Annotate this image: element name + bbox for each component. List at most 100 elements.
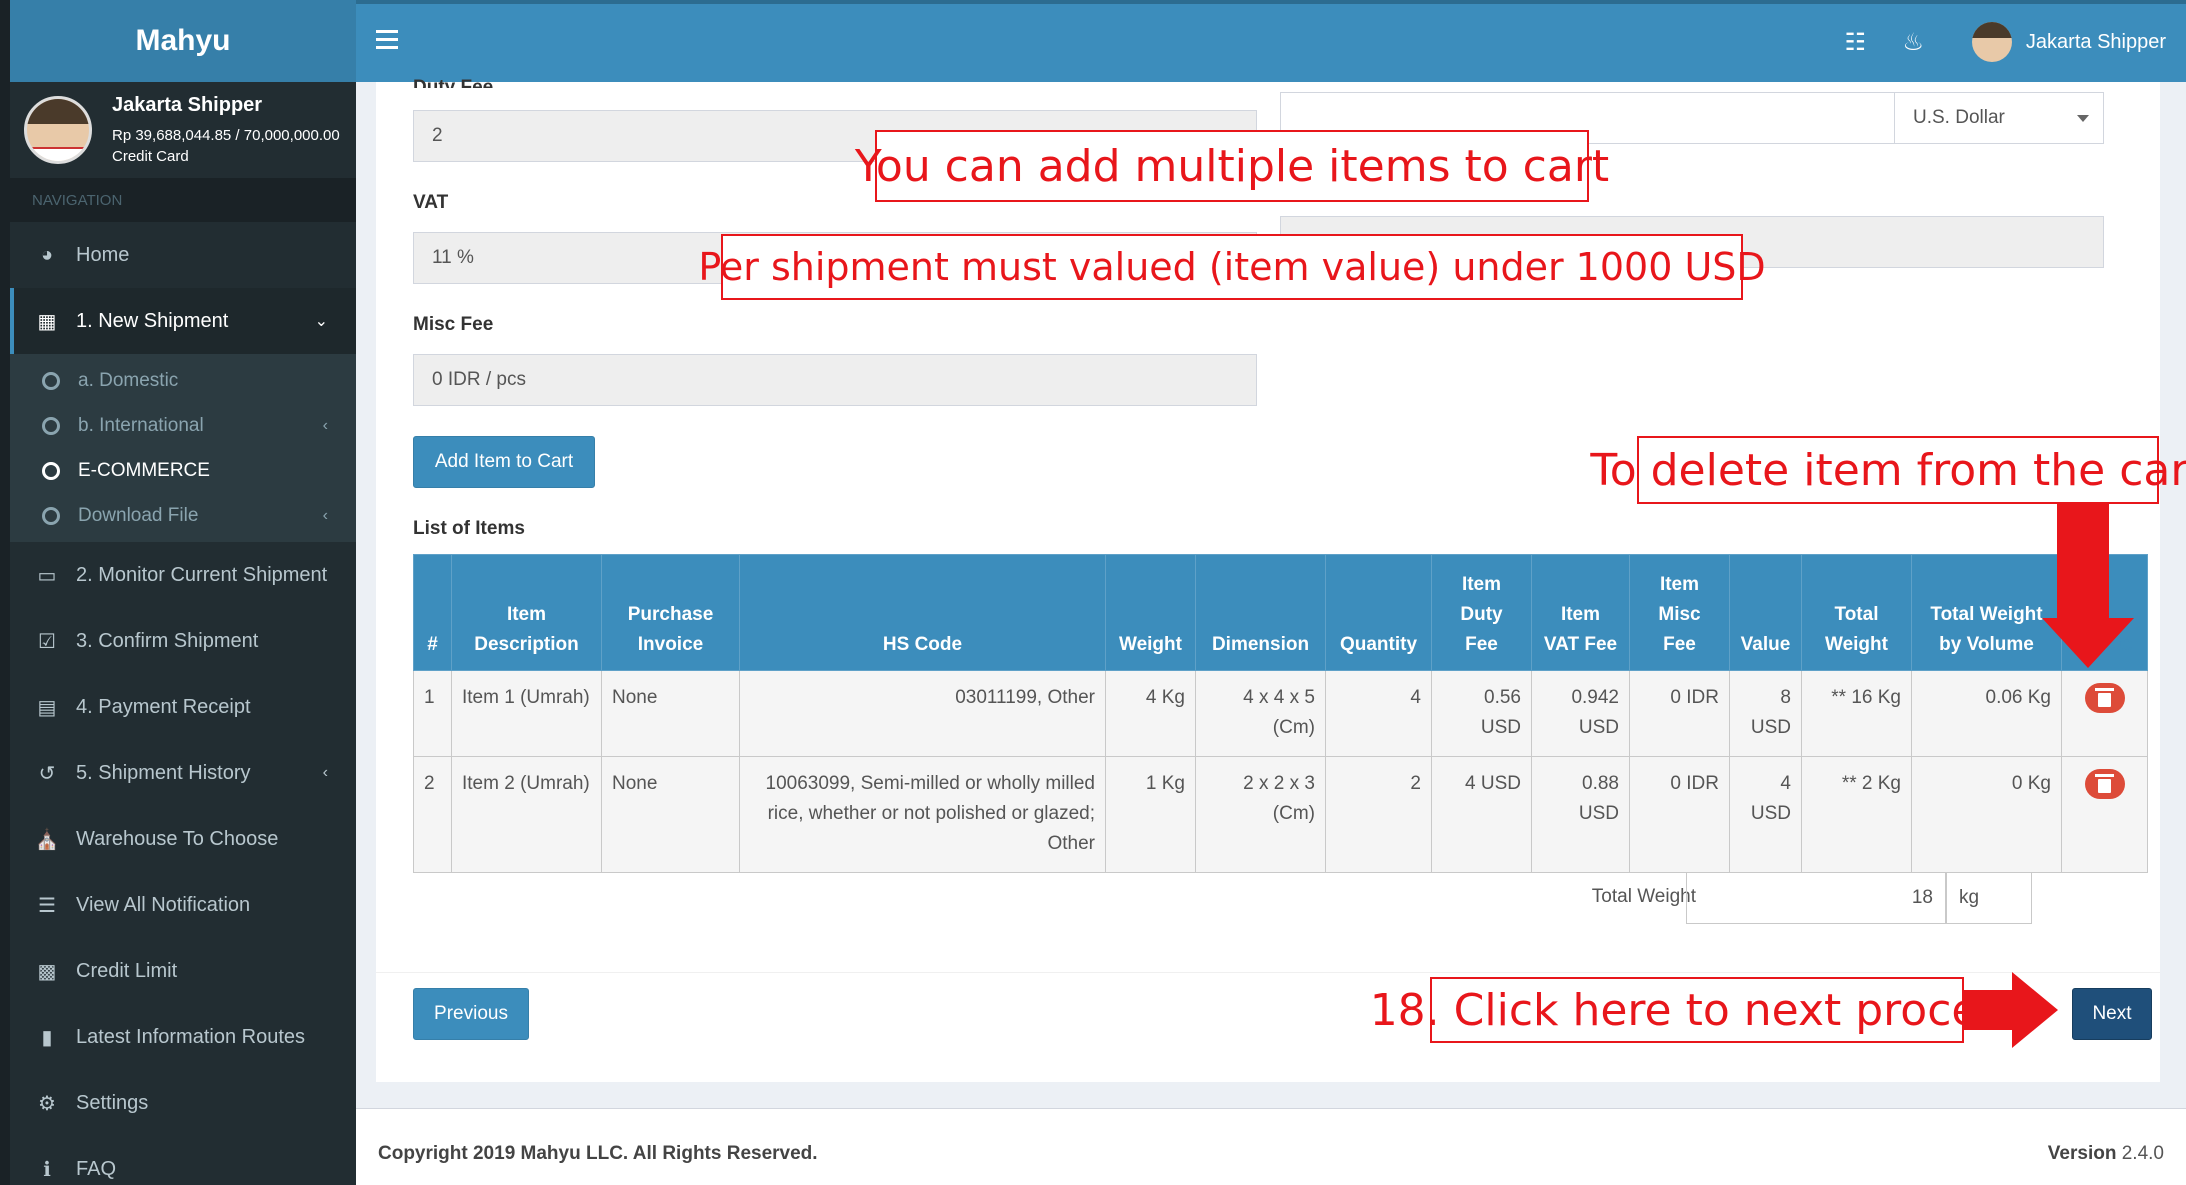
sidebar-item-label: a. Domestic xyxy=(78,369,179,391)
cell-misc-fee: 0 IDR xyxy=(1629,670,1730,757)
sidebar-item-ecommerce[interactable]: E-COMMERCE xyxy=(10,448,356,493)
sidebar-item-label: Latest Information Routes xyxy=(76,1025,306,1048)
chevron-left-icon: ‹ xyxy=(322,764,328,781)
info-icon: ℹ xyxy=(43,1158,51,1181)
sidebar-item-label: E-COMMERCE xyxy=(78,459,210,481)
cell-total-weight: ** 16 Kg xyxy=(1801,670,1912,757)
cell-quantity: 2 xyxy=(1325,756,1432,873)
cell-total-weight: ** 2 Kg xyxy=(1801,756,1912,873)
sidebar-item-label: b. International xyxy=(78,414,204,436)
callout-multiple-items: You can add multiple items to cart xyxy=(855,130,1609,202)
sidebar-item-new-shipment[interactable]: ▦ 1. New Shipment ⌄ xyxy=(10,288,356,354)
sidebar-item-label: 4. Payment Receipt xyxy=(76,695,251,718)
version-label: Version xyxy=(2047,1143,2117,1164)
sidebar-item-label: 2. Monitor Current Shipment xyxy=(76,563,328,586)
sidebar-item-label: 5. Shipment History xyxy=(76,761,251,784)
cell-invoice: None xyxy=(601,756,740,873)
user-panel: Jakarta Shipper Rp 39,688,044.85 / 70,00… xyxy=(10,82,356,178)
history-icon: ↺ xyxy=(38,762,56,785)
add-to-cart-button[interactable]: Add Item to Cart xyxy=(413,436,595,488)
sidebar-item-monitor-shipment[interactable]: ▭ 2. Monitor Current Shipment xyxy=(10,542,356,608)
sidebar-item-credit-limit[interactable]: ▩ Credit Limit xyxy=(10,938,356,1004)
language-icon[interactable]: ☷ xyxy=(1844,28,1866,57)
sidebar-item-faq[interactable]: ℹ FAQ xyxy=(10,1136,356,1185)
list-title: List of Items xyxy=(413,518,525,539)
sidebar-item-payment-receipt[interactable]: ▤ 4. Payment Receipt xyxy=(10,674,356,740)
currency-select[interactable]: U.S. Dollar xyxy=(1894,92,2104,144)
cell-description: Item 2 (Umrah) xyxy=(451,756,602,873)
sidebar-item-confirm-shipment[interactable]: ☑ 3. Confirm Shipment xyxy=(10,608,356,674)
sidebar-item-settings[interactable]: ⚙ Settings xyxy=(10,1070,356,1136)
misc-fee-label: Misc Fee xyxy=(413,314,494,335)
sidebar-item-label: 3. Confirm Shipment xyxy=(76,629,259,652)
col-invoice: Purchase Invoice xyxy=(601,554,740,671)
sidebar: Mahyu Jakarta Shipper Rp 39,688,044.85 /… xyxy=(0,0,356,1185)
laptop-icon: ▭ xyxy=(37,564,57,587)
vat-label: VAT xyxy=(413,192,449,213)
cell-weight: 1 Kg xyxy=(1105,756,1196,873)
circle-icon xyxy=(42,371,60,390)
sidebar-item-label: View All Notification xyxy=(76,893,251,916)
sidebar-item-latest-routes[interactable]: ▮ Latest Information Routes xyxy=(10,1004,356,1070)
sidebar-item-download-file[interactable]: Download File ‹ xyxy=(10,493,356,538)
dashboard-icon: ◕ xyxy=(40,243,54,266)
delete-item-button[interactable] xyxy=(2084,769,2125,799)
sidebar-item-label: FAQ xyxy=(76,1157,117,1180)
sidebar-item-home[interactable]: ◕ Home xyxy=(10,222,356,288)
next-button[interactable]: Next xyxy=(2072,988,2152,1040)
sidebar-item-label: Home xyxy=(76,243,130,266)
col-delete: Delete xyxy=(2061,554,2148,671)
sidebar-item-label: Settings xyxy=(76,1091,149,1114)
duty-fee-label: Duty Fee xyxy=(413,77,494,88)
menu-toggle-icon[interactable] xyxy=(376,30,398,54)
sidebar-item-notifications[interactable]: ☰ View All Notification xyxy=(10,872,356,938)
version-text: Version 2.4.0 xyxy=(2048,1143,2164,1165)
col-quantity: Quantity xyxy=(1325,554,1432,671)
delete-item-button[interactable] xyxy=(2084,683,2125,713)
col-dimension: Dimension xyxy=(1195,554,1326,671)
table-header-row: # Item Description Purchase Invoice HS C… xyxy=(413,554,2148,671)
col-duty-fee: Item Duty Fee xyxy=(1431,554,1532,671)
version-number: 2.4.0 xyxy=(2121,1143,2164,1164)
sidebar-item-shipment-history[interactable]: ↺ 5. Shipment History ‹ xyxy=(10,740,356,806)
misc-fee-field[interactable]: 0 IDR / pcs xyxy=(413,354,1257,406)
sidebar-item-international[interactable]: b. International ‹ xyxy=(10,403,356,448)
table-row: 1 Item 1 (Umrah) None 03011199, Other 4 … xyxy=(413,670,2148,757)
bell-icon[interactable]: ♨ xyxy=(1902,28,1924,57)
cell-dimension: 2 x 2 x 3 (Cm) xyxy=(1195,756,1326,873)
cell-delete xyxy=(2061,756,2148,873)
cell-vat-fee: 0.942 USD xyxy=(1531,670,1630,757)
sidebar-item-warehouse[interactable]: ⛪ Warehouse To Choose xyxy=(10,806,356,872)
items-table: # Item Description Purchase Invoice HS C… xyxy=(413,554,2148,873)
currency-value: U.S. Dollar xyxy=(1913,107,2005,128)
table-row: 2 Item 2 (Umrah) None 10063099, Semi-mil… xyxy=(413,756,2148,873)
brand-logo[interactable]: Mahyu xyxy=(10,0,356,82)
total-weight-value: 18 xyxy=(1686,872,1946,924)
col-hs-code: HS Code xyxy=(739,554,1106,671)
cell-weight: 4 Kg xyxy=(1105,670,1196,757)
warehouse-icon: ⛪ xyxy=(34,828,60,851)
circle-icon xyxy=(42,461,60,480)
top-navbar: ☷ ♨ Jakarta Shipper xyxy=(356,0,2186,82)
col-value: Value xyxy=(1729,554,1802,671)
chevron-down-icon: ⌄ xyxy=(314,313,328,330)
cell-number: 1 xyxy=(413,670,452,757)
col-weight: Weight xyxy=(1105,554,1196,671)
callout-value-limit: Per shipment must valued (item value) un… xyxy=(698,234,1766,300)
user-menu[interactable]: Jakarta Shipper xyxy=(1971,22,2166,62)
total-weight-row: Total Weight 18 kg xyxy=(1592,872,2036,924)
list-icon: ☰ xyxy=(38,894,56,917)
sidebar-item-domestic[interactable]: a. Domestic xyxy=(10,358,356,403)
credit-card-icon: ▤ xyxy=(37,696,57,719)
cell-dimension: 4 x 4 x 5 (Cm) xyxy=(1195,670,1326,757)
cell-invoice: None xyxy=(601,670,740,757)
calendar-icon: ▦ xyxy=(37,310,57,333)
previous-button[interactable]: Previous xyxy=(413,988,529,1040)
col-number: # xyxy=(413,554,452,671)
callout-delete-item: To delete item from the cart xyxy=(1590,436,2186,504)
chevron-left-icon: ‹ xyxy=(322,506,328,524)
new-shipment-submenu: a. Domestic b. International ‹ E-COMMERC… xyxy=(10,354,356,542)
shipment-form-box: Duty Fee 2 U.S. Dollar VAT 11 % Misc Fee… xyxy=(376,77,2160,1082)
sidebar-item-label: Warehouse To Choose xyxy=(76,827,279,850)
cell-description: Item 1 (Umrah) xyxy=(451,670,602,757)
